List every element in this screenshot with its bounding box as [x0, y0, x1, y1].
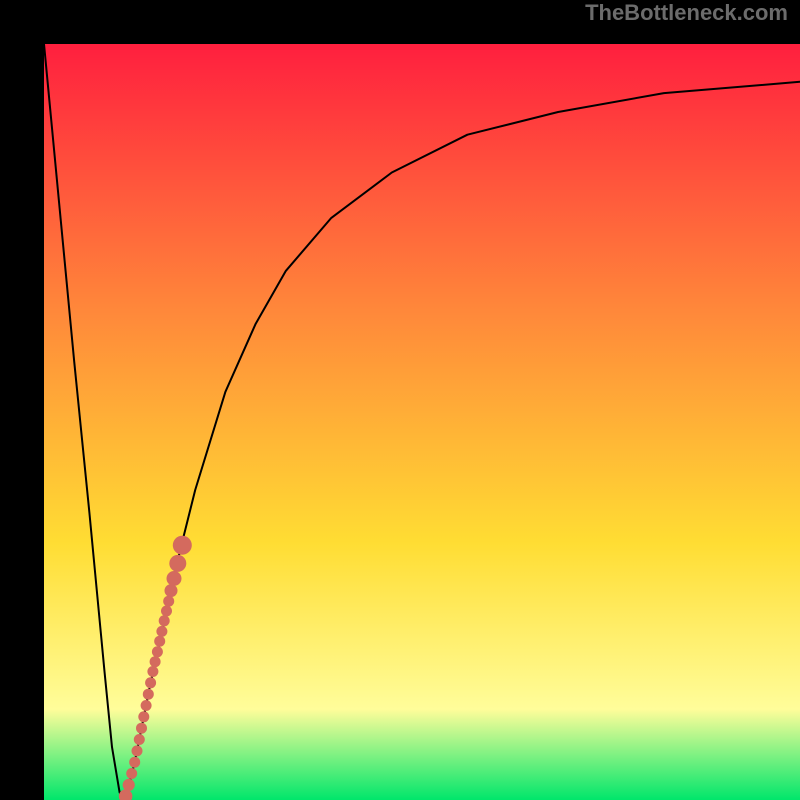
- highlight-dot: [143, 689, 154, 700]
- highlight-dot: [138, 711, 149, 722]
- highlight-dot: [150, 656, 161, 667]
- chart-frame: [22, 22, 778, 778]
- highlight-dot: [165, 584, 178, 597]
- highlight-dot: [132, 745, 143, 756]
- highlight-dot: [141, 700, 152, 711]
- attribution-watermark: TheBottleneck.com: [585, 0, 788, 26]
- highlight-dot: [123, 779, 135, 791]
- highlight-dot: [145, 677, 156, 688]
- highlight-dot: [159, 615, 170, 626]
- highlight-dot: [169, 555, 186, 572]
- highlight-dot: [136, 723, 147, 734]
- highlight-dot: [163, 596, 174, 607]
- highlight-dot: [134, 734, 145, 745]
- highlight-dot: [154, 636, 165, 647]
- highlight-dot: [161, 606, 172, 617]
- highlight-dot: [173, 536, 192, 555]
- highlight-dot: [129, 757, 140, 768]
- highlight-dot: [126, 768, 137, 779]
- highlight-dot: [167, 571, 182, 586]
- highlight-dot: [147, 666, 158, 677]
- chart-plot-area: [44, 44, 800, 800]
- highlight-dot: [152, 646, 163, 657]
- highlight-dot: [156, 626, 167, 637]
